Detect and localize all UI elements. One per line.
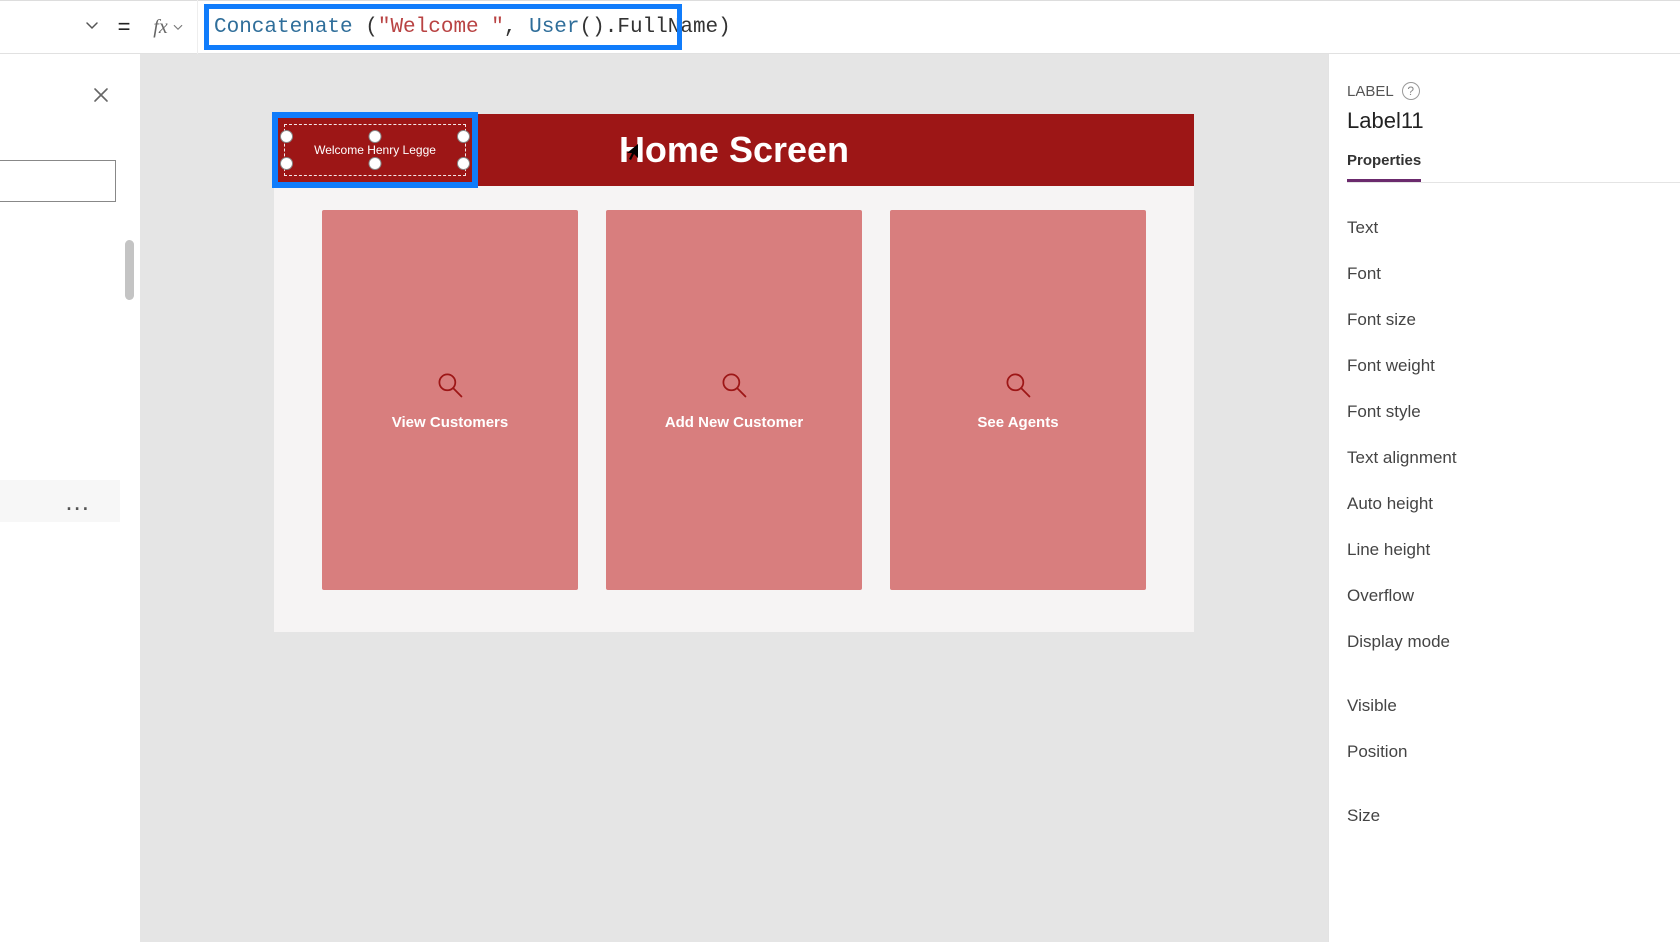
canvas-area[interactable]: Welcome Henry Legge Home Screen (140, 54, 1328, 942)
search-input[interactable] (0, 160, 116, 202)
resize-handle-bl[interactable] (280, 157, 293, 170)
resize-handle-br[interactable] (457, 157, 470, 170)
card-label: Add New Customer (665, 414, 803, 431)
prop-auto-height[interactable]: Auto height (1347, 481, 1680, 527)
resize-handle-tl[interactable] (280, 130, 293, 143)
search-icon (719, 370, 749, 400)
prop-text-alignment[interactable]: Text alignment (1347, 435, 1680, 481)
resize-handle-tc[interactable] (369, 130, 382, 143)
equals-sign: = (108, 14, 140, 40)
property-dropdown[interactable] (0, 0, 108, 54)
prop-overflow[interactable]: Overflow (1347, 573, 1680, 619)
prop-size[interactable]: Size (1347, 793, 1680, 839)
welcome-label-text: Welcome Henry Legge (276, 116, 474, 184)
help-icon[interactable]: ? (1402, 82, 1420, 100)
properties-panel: LABEL ? Label11 Properties Text Font Fon… (1328, 54, 1680, 942)
prop-font-style[interactable]: Font style (1347, 389, 1680, 435)
resize-handle-tr[interactable] (457, 130, 470, 143)
formula-bar: = fx Concatenate ("Welcome ", User().Ful… (0, 0, 1680, 54)
more-options-button[interactable]: ... (0, 480, 120, 522)
control-type-row: LABEL ? (1347, 82, 1680, 100)
tab-properties[interactable]: Properties (1347, 152, 1421, 182)
fx-label: fx (153, 16, 167, 39)
cards-row: View Customers Add New Customer See Agen… (274, 186, 1194, 590)
left-sidebar: ... (0, 54, 140, 942)
close-icon[interactable] (92, 84, 110, 110)
app-screen: Welcome Henry Legge Home Screen (274, 114, 1194, 632)
fx-button[interactable]: fx (140, 0, 198, 54)
search-icon (1003, 370, 1033, 400)
control-name[interactable]: Label11 (1347, 108, 1680, 134)
prop-position[interactable]: Position (1347, 729, 1680, 775)
control-type-label: LABEL (1347, 83, 1394, 100)
prop-visible[interactable]: Visible (1347, 683, 1680, 729)
card-see-agents[interactable]: See Agents (890, 210, 1146, 590)
resize-handle-bc[interactable] (369, 157, 382, 170)
scrollbar-thumb[interactable] (125, 240, 134, 300)
card-view-customers[interactable]: View Customers (322, 210, 578, 590)
card-label: See Agents (977, 414, 1058, 431)
welcome-label-control[interactable]: Welcome Henry Legge (276, 116, 474, 184)
main-layout: ... Welcome Henry Legge Home Screen (0, 54, 1680, 942)
prop-line-height[interactable]: Line height (1347, 527, 1680, 573)
app-header: Welcome Henry Legge Home Screen (274, 114, 1194, 186)
card-add-new-customer[interactable]: Add New Customer (606, 210, 862, 590)
search-icon (435, 370, 465, 400)
formula-text: Concatenate ("Welcome ", User().FullName… (206, 16, 731, 39)
formula-input[interactable]: Concatenate ("Welcome ", User().FullName… (198, 1, 1680, 53)
prop-font-size[interactable]: Font size (1347, 297, 1680, 343)
chevron-down-icon (84, 17, 100, 38)
prop-font[interactable]: Font (1347, 251, 1680, 297)
prop-display-mode[interactable]: Display mode (1347, 619, 1680, 665)
prop-text[interactable]: Text (1347, 205, 1680, 251)
chevron-down-icon (172, 21, 184, 33)
prop-font-weight[interactable]: Font weight (1347, 343, 1680, 389)
properties-list: Text Font Font size Font weight Font sty… (1347, 205, 1680, 839)
properties-tabs: Properties (1347, 152, 1680, 183)
card-label: View Customers (392, 414, 508, 431)
header-title: Home Screen (619, 129, 849, 171)
